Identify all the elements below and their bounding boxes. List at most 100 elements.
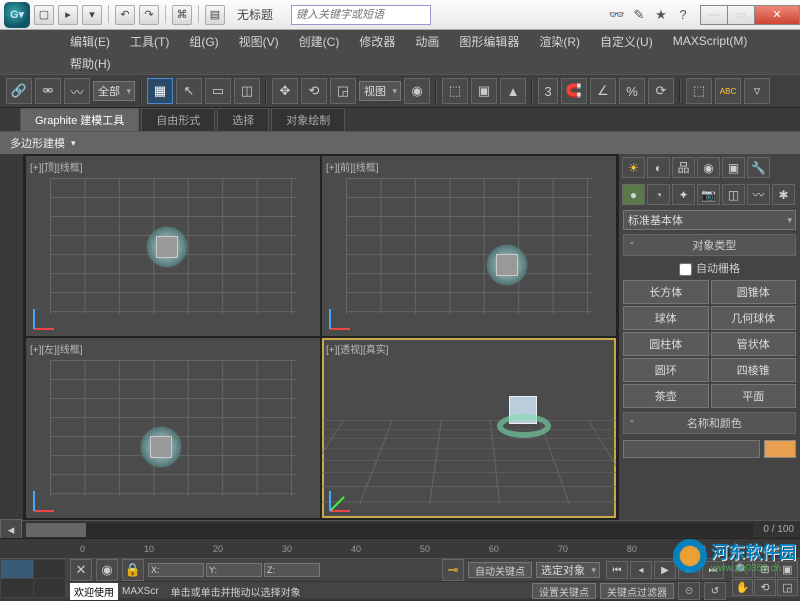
keyfilter-button[interactable]: 关键点过滤器 xyxy=(600,583,674,599)
new-icon[interactable]: ▢ xyxy=(34,5,54,25)
select-window-icon[interactable]: ◫ xyxy=(234,78,260,104)
viewport-perspective[interactable]: [+][透视][真实] xyxy=(322,338,616,518)
manipulate-icon[interactable]: ⬚ xyxy=(442,78,468,104)
minimize-button[interactable]: — xyxy=(700,5,728,25)
modify-tab-icon[interactable]: ◐ xyxy=(647,157,670,178)
rollout-name-color[interactable]: -名称和颜色 xyxy=(623,412,796,434)
key-icon[interactable]: ⊸ xyxy=(442,559,464,581)
maximize-vp-icon[interactable]: ◲ xyxy=(777,579,798,596)
menu-edit[interactable]: 编辑(E) xyxy=(60,33,120,50)
hierarchy-tab-icon[interactable]: 品 xyxy=(672,157,695,178)
bind-icon[interactable]: 〰 xyxy=(64,78,90,104)
systems-icon[interactable]: ✱ xyxy=(772,184,795,205)
menu-grapheditors[interactable]: 图形编辑器 xyxy=(449,33,529,50)
viewport-layout-picker[interactable] xyxy=(0,559,66,598)
autokey-button[interactable]: 自动关键点 xyxy=(468,562,532,578)
obj-torus[interactable]: 圆环 xyxy=(623,358,709,382)
tab-graphite[interactable]: Graphite 建模工具 xyxy=(20,108,139,131)
z-field[interactable]: Z: xyxy=(264,563,320,577)
menu-group[interactable]: 组(G) xyxy=(179,33,228,50)
geometry-icon[interactable]: ● xyxy=(622,184,645,205)
obj-cone[interactable]: 圆锥体 xyxy=(711,280,797,304)
percent-snap-icon[interactable]: % xyxy=(619,78,645,104)
helpers-icon[interactable]: ◫ xyxy=(722,184,745,205)
menu-help[interactable]: 帮助(H) xyxy=(60,55,121,72)
keyboard-icon[interactable]: ▣ xyxy=(471,78,497,104)
menu-animation[interactable]: 动画 xyxy=(405,33,449,50)
spinner-snap-icon[interactable]: ⟳ xyxy=(648,78,674,104)
cameras-icon[interactable]: 📷 xyxy=(697,184,720,205)
snap-toggle-icon[interactable]: 🧲 xyxy=(561,78,587,104)
ribbon-panel-poly[interactable]: 多边形建模 xyxy=(0,132,800,154)
time-slider-thumb[interactable] xyxy=(26,523,86,537)
star-icon[interactable]: ★ xyxy=(653,7,669,23)
mirror-icon[interactable]: ▿ xyxy=(744,78,770,104)
viewport-left[interactable]: [+][左][线框] xyxy=(26,338,320,518)
motion-tab-icon[interactable]: ◉ xyxy=(697,157,720,178)
zoom-extents-icon[interactable]: ▣ xyxy=(777,561,798,578)
key-mode-icon[interactable]: ↺ xyxy=(704,582,726,600)
angle-snap-icon[interactable]: ∠ xyxy=(590,78,616,104)
display-tab-icon[interactable]: ▣ xyxy=(722,157,745,178)
close-button[interactable]: ✕ xyxy=(754,5,800,25)
obj-sphere[interactable]: 球体 xyxy=(623,306,709,330)
y-field[interactable]: Y: xyxy=(206,563,262,577)
link-icon[interactable]: ⌘ xyxy=(172,5,192,25)
utilities-tab-icon[interactable]: 🔧 xyxy=(747,157,770,178)
help-search-input[interactable] xyxy=(291,5,431,25)
category-combo[interactable]: 标准基本体 xyxy=(623,210,796,230)
select-region-icon[interactable]: ▭ xyxy=(205,78,231,104)
maximize-button[interactable]: ▭ xyxy=(727,5,755,25)
help-icon[interactable]: ? xyxy=(675,7,691,23)
snap-angle-input[interactable]: 3 xyxy=(538,78,558,104)
obj-geosphere[interactable]: 几何球体 xyxy=(711,306,797,330)
undo-icon[interactable]: ↶ xyxy=(115,5,135,25)
tab-selection[interactable]: 选择 xyxy=(217,108,269,131)
create-tab-icon[interactable]: ☀ xyxy=(622,157,645,178)
object-color-swatch[interactable] xyxy=(764,440,796,458)
menu-tools[interactable]: 工具(T) xyxy=(120,33,179,50)
redo-icon[interactable]: ↷ xyxy=(139,5,159,25)
pan-icon[interactable]: ✋ xyxy=(732,579,753,596)
selected-obj-combo[interactable]: 选定对象 xyxy=(536,562,600,578)
iso-icon[interactable]: ◉ xyxy=(96,559,118,581)
ref-coord-combo[interactable]: 视图 xyxy=(359,81,401,101)
autogrid-checkbox[interactable] xyxy=(679,263,692,276)
obj-teapot[interactable]: 茶壶 xyxy=(623,384,709,408)
object-name-input[interactable] xyxy=(623,440,760,458)
menu-create[interactable]: 创建(C) xyxy=(289,33,350,50)
named-sel-icon[interactable]: ▲ xyxy=(500,78,526,104)
menu-rendering[interactable]: 渲染(R) xyxy=(529,33,590,50)
abc-icon[interactable]: ABC xyxy=(715,78,741,104)
lights-icon[interactable]: ✦ xyxy=(672,184,695,205)
scale-icon[interactable]: ◲ xyxy=(330,78,356,104)
center-icon[interactable]: ◉ xyxy=(404,78,430,104)
link-icon[interactable]: 🔗 xyxy=(6,78,32,104)
sel-lock-icon[interactable]: 🔒 xyxy=(122,559,144,581)
save-icon[interactable]: ▾ xyxy=(82,5,102,25)
rollout-object-type[interactable]: -对象类型 xyxy=(623,234,796,256)
binoculars-icon[interactable]: 👓 xyxy=(609,7,625,23)
play-icon[interactable]: ▶ xyxy=(654,561,676,579)
move-icon[interactable]: ✥ xyxy=(272,78,298,104)
shapes-icon[interactable]: ◔ xyxy=(647,184,670,205)
edit-named-icon[interactable]: ⬚ xyxy=(686,78,712,104)
time-config-icon[interactable]: ⏲ xyxy=(678,582,700,600)
obj-tube[interactable]: 管状体 xyxy=(711,332,797,356)
tab-paint[interactable]: 对象绘制 xyxy=(271,108,345,131)
viewport-front[interactable]: [+][前][线框] xyxy=(322,156,616,336)
app-icon[interactable]: G▾ xyxy=(4,2,30,28)
obj-plane[interactable]: 平面 xyxy=(711,384,797,408)
menu-customize[interactable]: 自定义(U) xyxy=(590,33,663,50)
obj-cylinder[interactable]: 圆柱体 xyxy=(623,332,709,356)
tool-icon[interactable]: ✎ xyxy=(631,7,647,23)
goto-start-icon[interactable]: ⏮ xyxy=(606,561,628,579)
zoom-icon[interactable]: 🔍 xyxy=(732,561,753,578)
select-cursor-icon[interactable]: ↖ xyxy=(176,78,202,104)
setkey-button[interactable]: 设置关键点 xyxy=(532,583,596,599)
obj-pyramid[interactable]: 四棱锥 xyxy=(711,358,797,382)
project-icon[interactable]: ▤ xyxy=(205,5,225,25)
prev-frame-icon[interactable]: ◂ xyxy=(630,561,652,579)
selection-filter-combo[interactable]: 全部 xyxy=(93,81,135,101)
unlink-icon[interactable]: ⚮ xyxy=(35,78,61,104)
